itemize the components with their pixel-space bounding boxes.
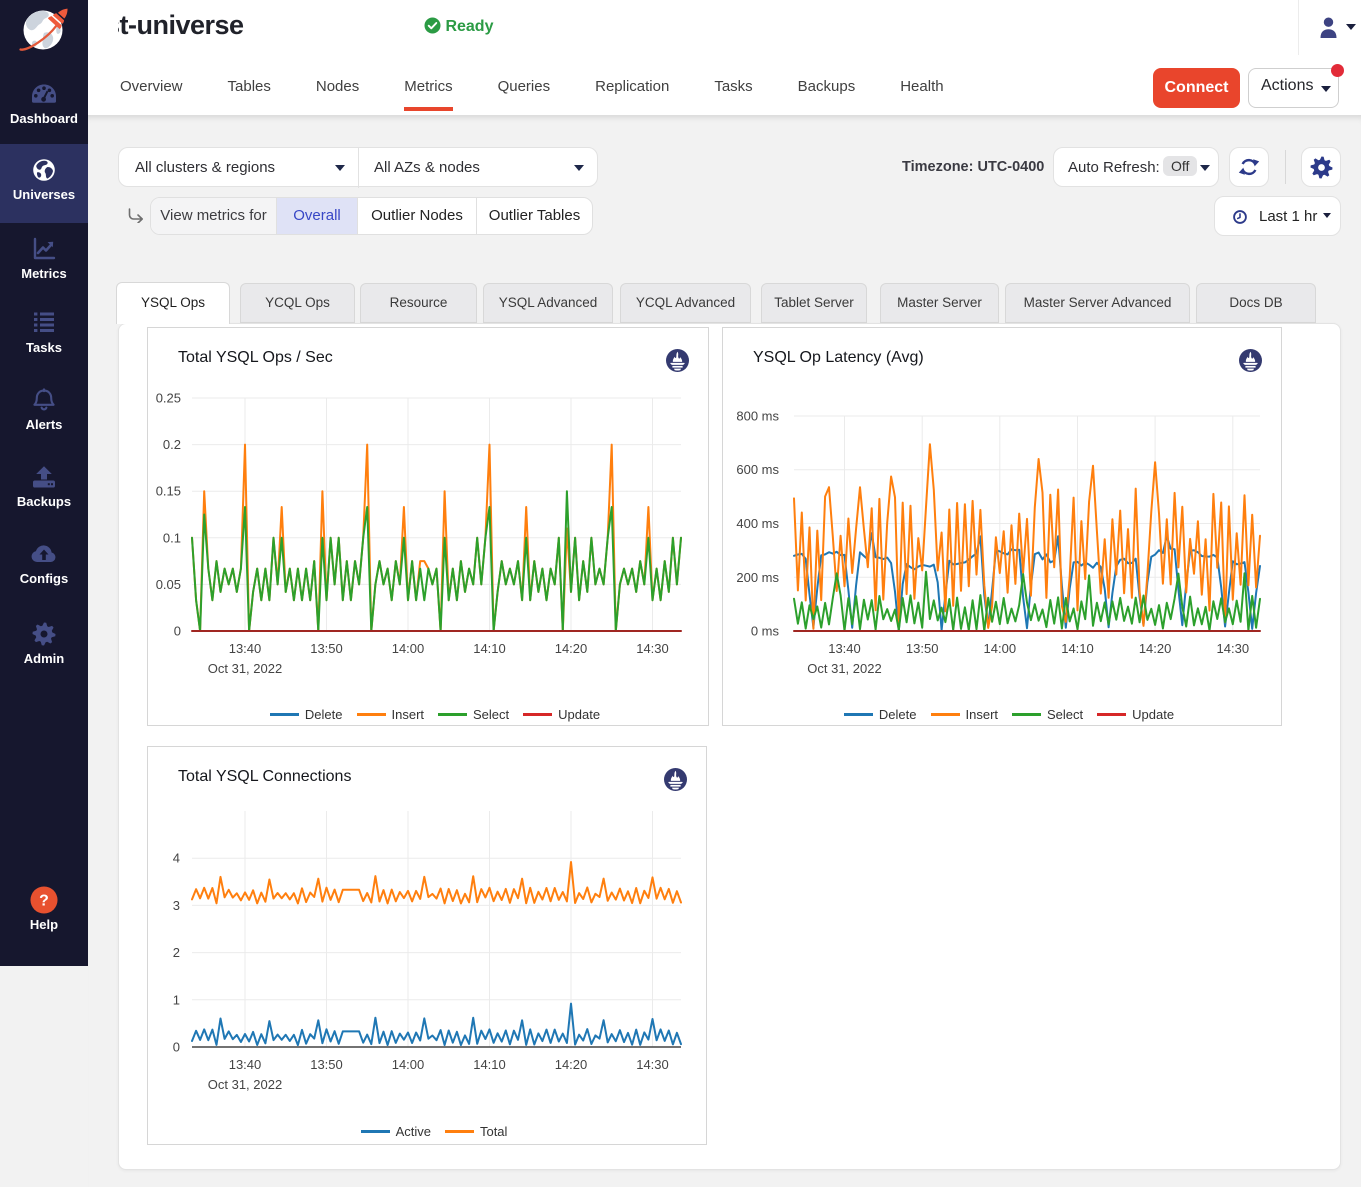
- svg-text:13:50: 13:50: [310, 1057, 343, 1072]
- svg-text:14:20: 14:20: [555, 1057, 588, 1072]
- svg-text:0.05: 0.05: [156, 577, 181, 592]
- svg-text:0 ms: 0 ms: [751, 624, 780, 639]
- svg-text:14:00: 14:00: [392, 641, 425, 656]
- svg-text:1: 1: [173, 992, 180, 1007]
- svg-text:14:30: 14:30: [1217, 641, 1250, 656]
- svg-text:14:30: 14:30: [636, 1057, 669, 1072]
- svg-text:14:00: 14:00: [984, 641, 1017, 656]
- svg-text:14:20: 14:20: [555, 641, 588, 656]
- svg-text:13:40: 13:40: [828, 641, 861, 656]
- svg-text:13:40: 13:40: [229, 641, 262, 656]
- svg-text:200 ms: 200 ms: [736, 570, 779, 585]
- svg-text:0.1: 0.1: [163, 530, 181, 545]
- svg-text:Oct 31, 2022: Oct 31, 2022: [807, 661, 881, 676]
- svg-text:13:40: 13:40: [229, 1057, 262, 1072]
- svg-text:13:50: 13:50: [310, 641, 343, 656]
- svg-text:14:10: 14:10: [473, 641, 506, 656]
- svg-text:Oct 31, 2022: Oct 31, 2022: [208, 661, 282, 676]
- svg-text:800 ms: 800 ms: [736, 409, 779, 424]
- svg-text:?: ?: [39, 893, 49, 910]
- svg-text:2: 2: [173, 945, 180, 960]
- svg-text:0.2: 0.2: [163, 437, 181, 452]
- svg-text:13:50: 13:50: [906, 641, 939, 656]
- svg-text:600 ms: 600 ms: [736, 462, 779, 477]
- svg-text:14:30: 14:30: [636, 641, 669, 656]
- svg-text:400 ms: 400 ms: [736, 516, 779, 531]
- svg-text:4: 4: [173, 851, 180, 866]
- svg-text:14:10: 14:10: [473, 1057, 506, 1072]
- svg-text:14:00: 14:00: [392, 1057, 425, 1072]
- svg-text:14:10: 14:10: [1061, 641, 1094, 656]
- svg-text:0: 0: [173, 1040, 180, 1055]
- svg-text:0.15: 0.15: [156, 484, 181, 499]
- svg-text:Oct 31, 2022: Oct 31, 2022: [208, 1077, 282, 1092]
- svg-text:3: 3: [173, 898, 180, 913]
- svg-text:0.25: 0.25: [156, 391, 181, 406]
- svg-text:14:20: 14:20: [1139, 641, 1172, 656]
- svg-text:0: 0: [174, 624, 181, 639]
